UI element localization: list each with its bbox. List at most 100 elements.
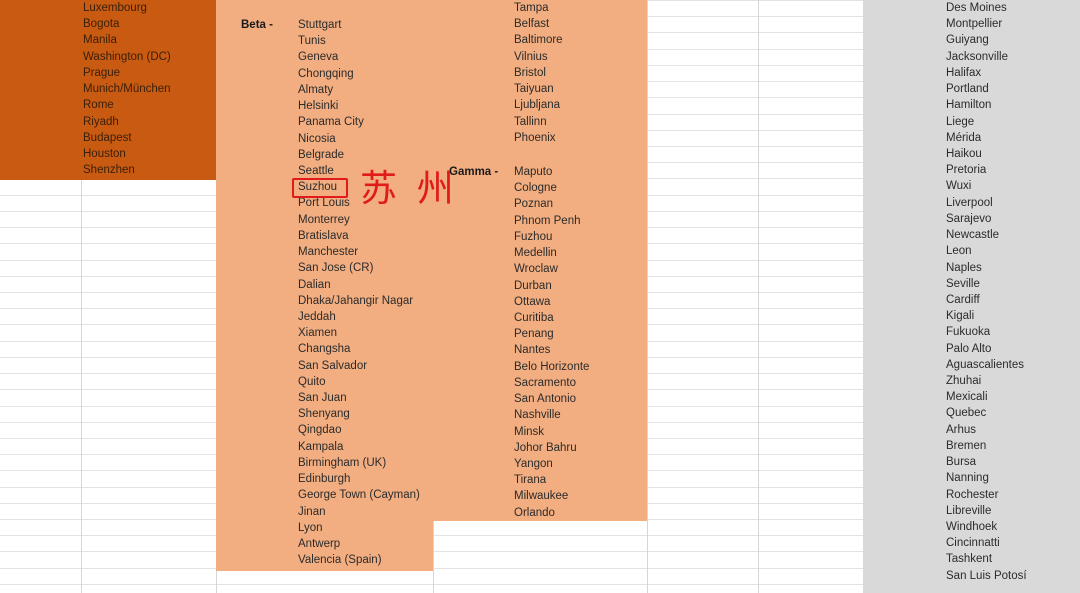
city-cell[interactable]: Almaty [298, 82, 433, 98]
city-cell[interactable]: Bremen [946, 438, 1080, 454]
city-cell[interactable]: Maputo [514, 164, 647, 180]
city-cell[interactable]: Bratislava [298, 228, 433, 244]
city-cell[interactable]: Halifax [946, 65, 1080, 81]
city-cell[interactable]: Phoenix [514, 130, 647, 146]
city-cell[interactable]: Medellin [514, 245, 647, 261]
city-cell[interactable]: Panama City [298, 114, 433, 130]
city-cell[interactable]: Birmingham (UK) [298, 455, 433, 471]
column-beta-cities-continued[interactable]: Tampa Belfast Baltimore Vilnius Bristol Taiyu… [514, 0, 647, 146]
city-cell[interactable]: Cardiff [946, 292, 1080, 308]
city-cell[interactable]: Geneva [298, 49, 433, 65]
city-cell[interactable]: Seville [946, 276, 1080, 292]
city-cell[interactable]: Mexicali [946, 389, 1080, 405]
city-cell[interactable]: Rome [83, 97, 213, 113]
city-cell[interactable]: San Jose (CR) [298, 260, 433, 276]
city-cell[interactable]: Curitiba [514, 310, 647, 326]
city-cell[interactable]: San Salvador [298, 358, 433, 374]
city-cell[interactable]: Aguascalientes [946, 357, 1080, 373]
spreadsheet-canvas[interactable]: Luxembourg Bogota Manila Washington (DC) Pra… [0, 0, 1080, 593]
city-cell[interactable]: Orlando [514, 505, 647, 521]
city-cell[interactable]: Luxembourg [83, 0, 213, 16]
city-cell[interactable]: Jinan [298, 504, 433, 520]
city-cell[interactable]: Libreville [946, 503, 1080, 519]
city-cell[interactable]: San Juan [298, 390, 433, 406]
city-cell[interactable]: Belgrade [298, 147, 433, 163]
city-cell[interactable]: Tirana [514, 472, 647, 488]
city-cell[interactable]: Fukuoka [946, 324, 1080, 340]
city-cell[interactable]: Hamilton [946, 97, 1080, 113]
city-cell[interactable]: Vilnius [514, 49, 647, 65]
city-cell[interactable]: San Luis Potosí [946, 568, 1080, 584]
city-cell[interactable]: Qingdao [298, 422, 433, 438]
city-cell[interactable]: Bursa [946, 454, 1080, 470]
city-cell[interactable]: Shenzhen [83, 162, 213, 178]
column-gamma-cities[interactable]: Maputo Cologne Poznan Phnom Penh Fuzhou Medel… [514, 164, 647, 521]
city-cell[interactable]: Stuttgart [298, 17, 433, 33]
city-cell[interactable]: Tallinn [514, 114, 647, 130]
city-cell[interactable]: Kampala [298, 439, 433, 455]
city-cell[interactable]: Dhaka/Jahangir Nagar [298, 293, 433, 309]
city-cell[interactable]: Shenyang [298, 406, 433, 422]
city-cell[interactable]: Prague [83, 65, 213, 81]
city-cell[interactable]: Haikou [946, 146, 1080, 162]
city-cell[interactable]: Durban [514, 278, 647, 294]
city-cell[interactable]: Liege [946, 114, 1080, 130]
city-cell[interactable]: Liverpool [946, 195, 1080, 211]
city-cell[interactable]: George Town (Cayman) [298, 487, 433, 503]
city-cell[interactable]: Xiamen [298, 325, 433, 341]
city-cell[interactable]: Dalian [298, 277, 433, 293]
city-cell[interactable]: Changsha [298, 341, 433, 357]
city-cell[interactable]: Phnom Penh [514, 213, 647, 229]
city-cell[interactable]: Lyon [298, 520, 433, 536]
city-cell[interactable]: Washington (DC) [83, 49, 213, 65]
city-cell[interactable]: Kigali [946, 308, 1080, 324]
city-cell[interactable]: Budapest [83, 130, 213, 146]
column-alpha-cities[interactable]: Luxembourg Bogota Manila Washington (DC) Pra… [83, 0, 213, 178]
city-cell[interactable]: Portland [946, 81, 1080, 97]
city-cell[interactable]: Fuzhou [514, 229, 647, 245]
city-cell[interactable]: Poznan [514, 196, 647, 212]
city-cell[interactable]: Quito [298, 374, 433, 390]
city-cell[interactable]: Belo Horizonte [514, 359, 647, 375]
city-cell[interactable]: Minsk [514, 424, 647, 440]
city-cell[interactable]: Yangon [514, 456, 647, 472]
city-cell[interactable]: Arhus [946, 422, 1080, 438]
city-cell[interactable]: Baltimore [514, 32, 647, 48]
city-cell[interactable]: Jeddah [298, 309, 433, 325]
city-cell[interactable]: Nanning [946, 470, 1080, 486]
city-cell[interactable]: San Antonio [514, 391, 647, 407]
city-cell[interactable]: Sarajevo [946, 211, 1080, 227]
city-cell[interactable]: Monterrey [298, 212, 433, 228]
city-cell[interactable]: Nantes [514, 342, 647, 358]
city-cell[interactable]: Belfast [514, 16, 647, 32]
city-cell[interactable]: Chongqing [298, 66, 433, 82]
city-cell[interactable]: Cincinnatti [946, 535, 1080, 551]
city-cell[interactable]: Manchester [298, 244, 433, 260]
city-cell[interactable]: Houston [83, 146, 213, 162]
city-cell[interactable]: Cologne [514, 180, 647, 196]
city-cell[interactable]: Wroclaw [514, 261, 647, 277]
city-cell[interactable]: Wuxi [946, 178, 1080, 194]
city-cell[interactable]: Antwerp [298, 536, 433, 552]
city-cell[interactable]: Ljubljana [514, 97, 647, 113]
city-cell[interactable]: Leon [946, 243, 1080, 259]
city-cell[interactable]: Riyadh [83, 114, 213, 130]
column-beta-cities[interactable]: Stuttgart Tunis Geneva Chongqing Almaty Helsi… [298, 17, 433, 568]
city-cell[interactable]: Windhoek [946, 519, 1080, 535]
city-cell[interactable]: Newcastle [946, 227, 1080, 243]
city-cell[interactable]: Nashville [514, 407, 647, 423]
column-delta-cities[interactable]: Des Moines Montpellier Guiyang Jacksonville… [946, 0, 1080, 584]
city-cell[interactable]: Palo Alto [946, 341, 1080, 357]
city-cell[interactable]: Rochester [946, 487, 1080, 503]
city-cell[interactable]: Quebec [946, 405, 1080, 421]
city-cell[interactable]: Edinburgh [298, 471, 433, 487]
city-cell[interactable]: Tampa [514, 0, 647, 16]
city-cell[interactable]: Helsinki [298, 98, 433, 114]
city-cell[interactable]: Zhuhai [946, 373, 1080, 389]
city-cell[interactable]: Bogota [83, 16, 213, 32]
city-cell[interactable]: Naples [946, 260, 1080, 276]
city-cell[interactable]: Penang [514, 326, 647, 342]
city-cell[interactable]: Tunis [298, 33, 433, 49]
city-cell[interactable]: Montpellier [946, 16, 1080, 32]
city-cell[interactable]: Milwaukee [514, 488, 647, 504]
